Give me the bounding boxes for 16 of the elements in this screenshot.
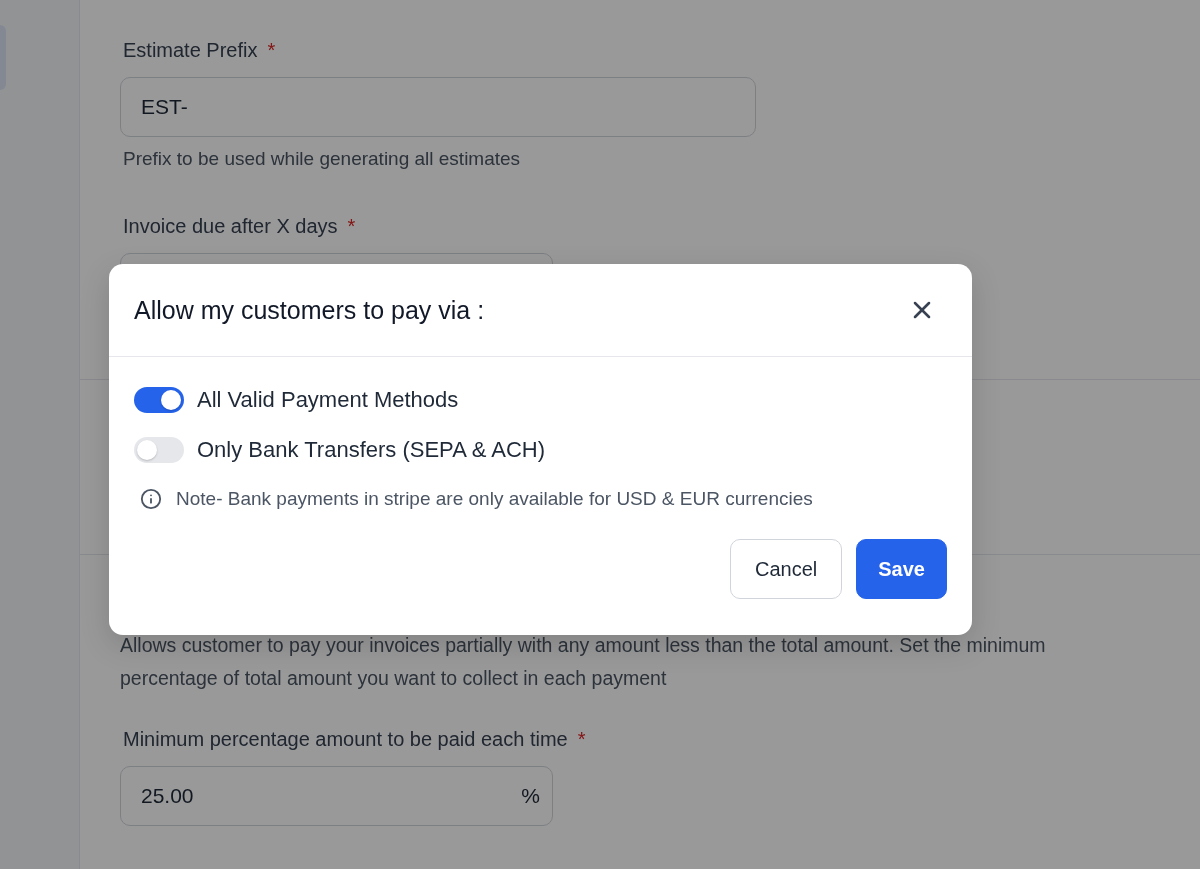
- note-text: Note- Bank payments in stripe are only available for USD & EUR currencies: [176, 488, 813, 510]
- dialog-title: Allow my customers to pay via :: [134, 295, 485, 325]
- field-label: Invoice due after X days *: [122, 214, 356, 238]
- save-button[interactable]: Save: [856, 539, 947, 599]
- option-label: All Valid Payment Methods: [197, 387, 459, 413]
- field-label: Estimate Prefix *: [122, 38, 276, 62]
- option-label: Only Bank Transfers (SEPA & ACH): [197, 437, 546, 463]
- cancel-button[interactable]: Cancel: [730, 539, 843, 599]
- info-icon: [140, 488, 162, 510]
- field-label: Minimum percentage amount to be paid each time *: [122, 727, 586, 751]
- input-field[interactable]: 25.00 %: [120, 766, 553, 826]
- description-text: Allows customer to pay your invoices partially with any amount less than the total amount. Set the minimum percentage of total amount you want to collect in each payment: [120, 633, 1047, 691]
- toggle-switch[interactable]: [134, 437, 184, 463]
- help-text: Prefix to be used while generating all estimates: [122, 147, 521, 171]
- toggle-switch[interactable]: [134, 387, 184, 413]
- input-field[interactable]: EST-: [120, 77, 756, 137]
